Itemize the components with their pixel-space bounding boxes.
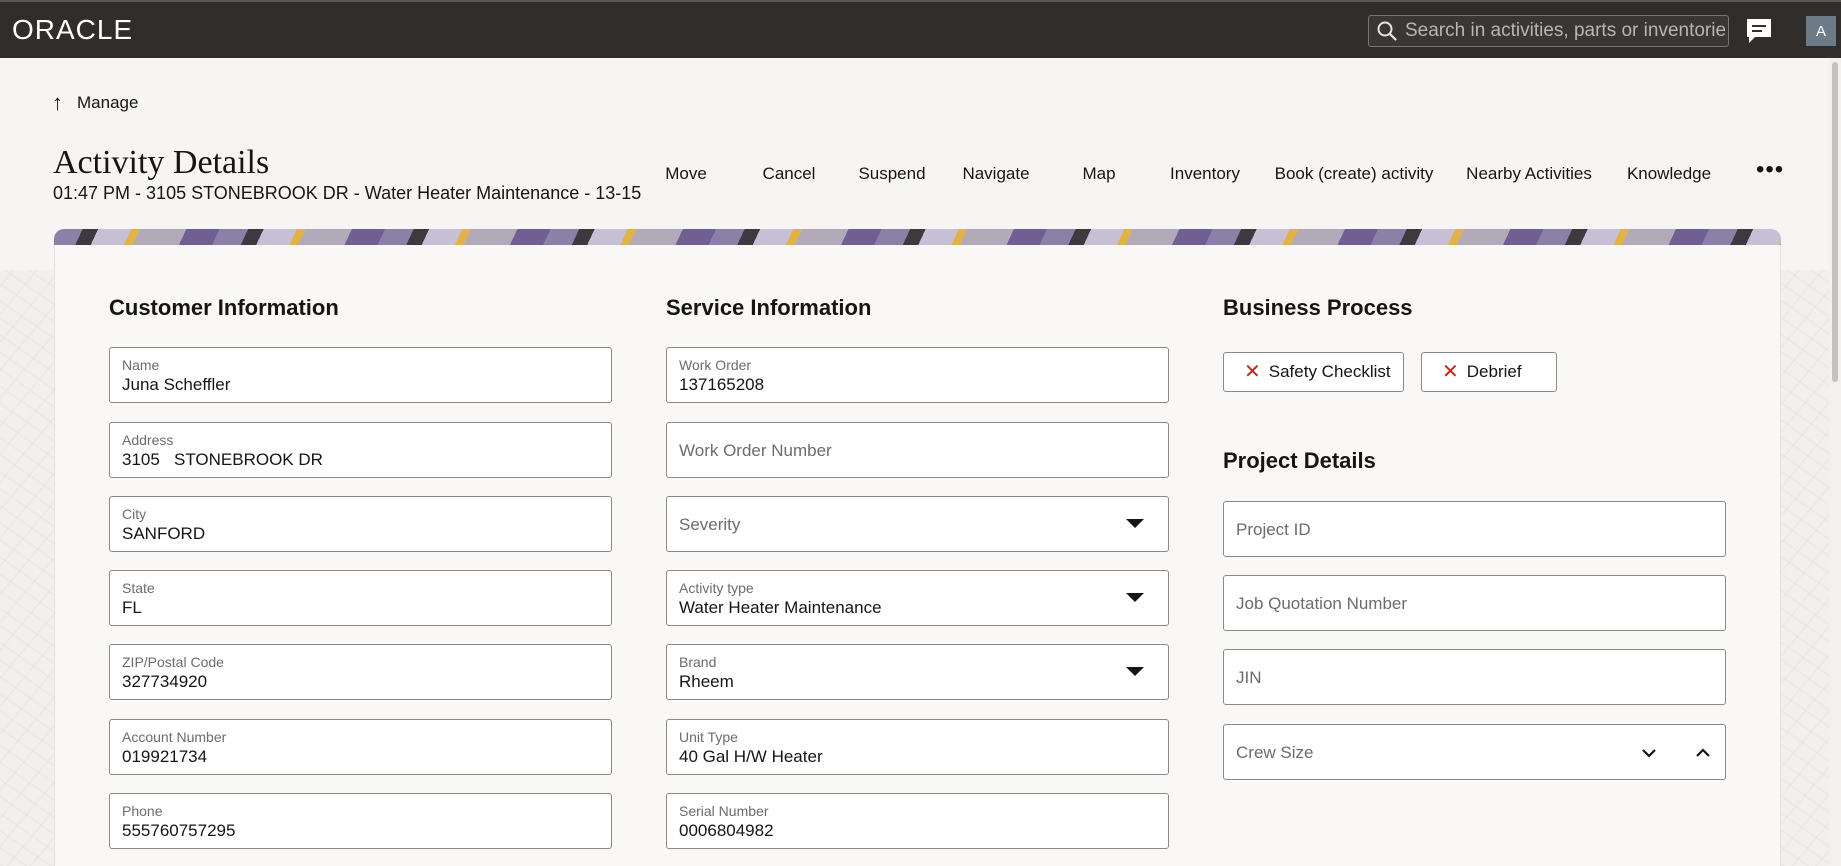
nearby-activities-action[interactable]: Nearby Activities xyxy=(1466,164,1592,184)
chat-icon[interactable] xyxy=(1744,16,1774,46)
name-label: Name xyxy=(122,357,160,373)
service-information-heading: Service Information xyxy=(666,295,872,320)
map-action[interactable]: Map xyxy=(1082,164,1115,184)
project-id-placeholder: Project ID xyxy=(1236,520,1311,539)
cancel-action[interactable]: Cancel xyxy=(763,164,816,184)
dropdown-caret-icon xyxy=(1126,667,1144,676)
jin-field[interactable]: JIN xyxy=(1223,649,1726,705)
close-x-icon: ✕ xyxy=(1442,361,1459,383)
serial-number-value: 0006804982 xyxy=(679,821,774,840)
close-x-icon: ✕ xyxy=(1244,361,1261,383)
chevron-down-icon[interactable] xyxy=(1639,743,1659,763)
job-quotation-number-placeholder: Job Quotation Number xyxy=(1236,594,1408,613)
activity-type-select[interactable]: Activity type Water Heater Maintenance xyxy=(666,570,1169,626)
unit-type-label: Unit Type xyxy=(679,729,738,745)
book-activity-action[interactable]: Book (create) activity xyxy=(1275,164,1434,184)
zip-label: ZIP/Postal Code xyxy=(122,654,224,670)
phone-field[interactable]: Phone 555760757295 xyxy=(109,793,612,849)
navigate-action[interactable]: Navigate xyxy=(962,164,1029,184)
debrief-label: Debrief xyxy=(1466,362,1522,381)
move-action[interactable]: Move xyxy=(665,164,707,184)
state-label: State xyxy=(122,580,155,596)
top-bar: ORACLE A xyxy=(0,0,1841,58)
unit-type-field[interactable]: Unit Type 40 Gal H/W Heater xyxy=(666,719,1169,775)
account-number-value: 019921734 xyxy=(122,747,208,766)
activity-type-value: Water Heater Maintenance xyxy=(679,598,882,617)
name-value: Juna Scheffler xyxy=(122,375,231,394)
search-icon xyxy=(1377,21,1397,41)
phone-label: Phone xyxy=(122,803,163,819)
more-options-icon[interactable]: ••• xyxy=(1756,158,1784,182)
business-process-heading: Business Process xyxy=(1223,295,1413,320)
unit-type-value: 40 Gal H/W Heater xyxy=(679,747,823,766)
serial-number-label: Serial Number xyxy=(679,803,769,819)
state-value: FL xyxy=(122,598,142,617)
global-search[interactable] xyxy=(1368,15,1729,47)
oracle-logo[interactable]: ORACLE xyxy=(12,14,133,46)
user-avatar[interactable]: A xyxy=(1806,16,1836,46)
crew-size-stepper[interactable]: Crew Size xyxy=(1223,724,1726,780)
safety-checklist-button[interactable]: ✕ Safety Checklist xyxy=(1223,352,1404,392)
chevron-up-icon[interactable] xyxy=(1693,743,1713,763)
brand-value: Rheem xyxy=(679,672,734,691)
work-order-field[interactable]: Work Order 137165208 xyxy=(666,347,1169,403)
dropdown-caret-icon xyxy=(1126,593,1144,602)
safety-checklist-label: Safety Checklist xyxy=(1268,362,1391,381)
zip-field[interactable]: ZIP/Postal Code 327734920 xyxy=(109,644,612,700)
severity-select[interactable]: Severity xyxy=(666,496,1169,552)
action-toolbar: Move Cancel Suspend Navigate Map Invento… xyxy=(0,164,1841,188)
arrow-up-icon: ↑ xyxy=(52,90,63,115)
customer-information-heading: Customer Information xyxy=(109,295,339,320)
address-label: Address xyxy=(122,432,174,448)
dropdown-caret-icon xyxy=(1126,519,1144,528)
manage-label: Manage xyxy=(77,93,139,112)
phone-value: 555760757295 xyxy=(122,821,236,840)
search-input[interactable] xyxy=(1405,20,1725,42)
activity-details-card: Customer Information Name Juna Scheffler… xyxy=(54,245,1781,866)
account-number-field[interactable]: Account Number 019921734 xyxy=(109,719,612,775)
back-to-manage[interactable]: ↑ Manage xyxy=(52,92,138,114)
name-field[interactable]: Name Juna Scheffler xyxy=(109,347,612,403)
serial-number-field[interactable]: Serial Number 0006804982 xyxy=(666,793,1169,849)
state-field[interactable]: State FL xyxy=(109,570,612,626)
job-quotation-number-field[interactable]: Job Quotation Number xyxy=(1223,575,1726,631)
inventory-action[interactable]: Inventory xyxy=(1170,164,1240,184)
work-order-label: Work Order xyxy=(679,357,752,373)
jin-placeholder: JIN xyxy=(1236,668,1262,687)
city-field[interactable]: City SANFORD xyxy=(109,496,612,552)
activity-type-label: Activity type xyxy=(679,580,754,596)
city-value: SANFORD xyxy=(122,524,206,543)
brand-label: Brand xyxy=(679,654,717,670)
crew-size-placeholder: Crew Size xyxy=(1236,743,1314,762)
work-order-number-field[interactable]: Work Order Number xyxy=(666,422,1169,478)
address-field[interactable]: Address 3105 STONEBROOK DR xyxy=(109,422,612,478)
scrollbar-thumb[interactable] xyxy=(1832,62,1838,382)
decorative-banner xyxy=(54,229,1781,245)
suspend-action[interactable]: Suspend xyxy=(858,164,925,184)
work-order-number-placeholder: Work Order Number xyxy=(679,441,832,460)
knowledge-action[interactable]: Knowledge xyxy=(1627,164,1711,184)
project-id-field[interactable]: Project ID xyxy=(1223,501,1726,557)
project-details-heading: Project Details xyxy=(1223,448,1376,473)
work-order-value: 137165208 xyxy=(679,375,765,394)
account-number-label: Account Number xyxy=(122,729,227,745)
zip-value: 327734920 xyxy=(122,672,208,691)
debrief-button[interactable]: ✕ Debrief xyxy=(1421,352,1557,392)
city-label: City xyxy=(122,506,147,522)
brand-select[interactable]: Brand Rheem xyxy=(666,644,1169,700)
severity-placeholder: Severity xyxy=(679,515,741,534)
address-value: 3105 STONEBROOK DR xyxy=(122,450,323,469)
